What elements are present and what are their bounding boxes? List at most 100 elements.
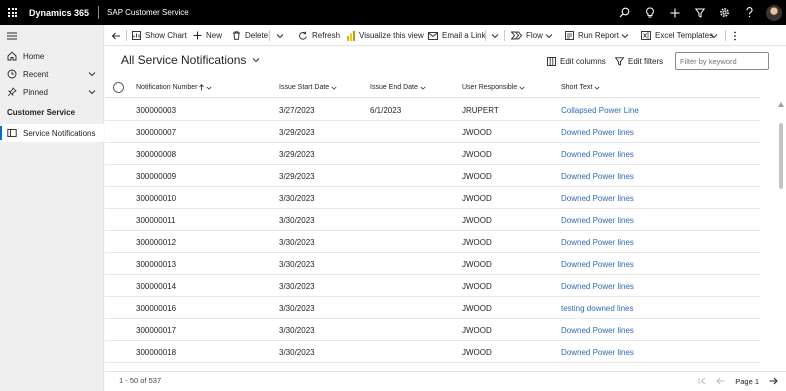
search-button[interactable] <box>612 0 637 25</box>
edit-columns-button[interactable]: Edit columns <box>547 57 606 66</box>
cell-short-text[interactable]: Collapsed Power Line <box>561 106 639 115</box>
cell-short-text[interactable]: Downed Power lines <box>561 194 634 203</box>
cell-short-text[interactable]: Downed Power lines <box>561 326 634 335</box>
previous-page-button[interactable] <box>713 374 727 388</box>
column-header-issue-start-date[interactable]: Issue Start Date <box>279 84 337 91</box>
chevron-down-icon[interactable] <box>88 88 96 96</box>
delete-more-button[interactable] <box>276 25 288 46</box>
column-header-short-text[interactable]: Short Text <box>561 84 600 91</box>
table-row[interactable]: 300000011 3/30/2023 JWOOD Downed Power line… <box>105 209 760 231</box>
app-name[interactable]: SAP Customer Service <box>107 8 189 17</box>
chevron-down-icon[interactable] <box>88 70 96 78</box>
flow-more-button[interactable] <box>545 25 557 46</box>
new-button[interactable]: New <box>193 25 222 46</box>
cell-short-text[interactable]: Downed Power lines <box>561 348 634 357</box>
cell-notification-number[interactable]: 300000013 <box>136 260 176 269</box>
visualize-view-button[interactable]: Visualize this view <box>347 25 424 46</box>
command-bar: Show Chart New Delete Refresh Visualize … <box>105 25 786 46</box>
cell-short-text[interactable]: Downed Power lines <box>561 260 634 269</box>
sidebar-collapse-button[interactable] <box>0 27 104 45</box>
column-label: User Responsible <box>462 84 518 91</box>
cell-short-text[interactable]: Downed Power lines <box>561 238 634 247</box>
column-header-user-responsible[interactable]: User Responsible <box>462 84 525 91</box>
delete-button[interactable]: Delete <box>232 25 268 46</box>
table-row[interactable]: 300000018 3/30/2023 JWOOD Downed Power line… <box>105 341 760 363</box>
show-chart-button[interactable]: Show Chart <box>132 25 187 46</box>
table-row[interactable]: 300000014 3/30/2023 JWOOD Downed Power line… <box>105 275 760 297</box>
cell-notification-number[interactable]: 300000018 <box>136 348 176 357</box>
cell-notification-number[interactable]: 300000012 <box>136 238 176 247</box>
cell-notification-number[interactable]: 300000011 <box>136 216 175 225</box>
cell-issue-start-date: 3/30/2023 <box>279 216 315 225</box>
select-all-toggle[interactable] <box>113 82 124 93</box>
delete-label: Delete <box>245 31 269 40</box>
email-link-button[interactable]: Email a Link <box>428 25 486 46</box>
column-header-notification-number[interactable]: Notification Number <box>136 84 212 91</box>
table-row[interactable]: 300000008 3/29/2023 JWOOD Downed Power line… <box>105 143 760 165</box>
table-row[interactable]: 300000016 3/30/2023 JWOOD testing downed li… <box>105 297 760 319</box>
help-button[interactable] <box>737 0 762 25</box>
sidebar-item-service-notifications[interactable]: Service Notifications <box>0 124 104 142</box>
cell-issue-start-date: 3/30/2023 <box>279 194 315 203</box>
cell-user-responsible: JWOOD <box>462 282 492 291</box>
view-selector[interactable]: All Service Notifications <box>121 53 260 67</box>
table-row[interactable]: 300000017 3/30/2023 JWOOD Downed Power line… <box>105 319 760 341</box>
brand-name[interactable]: Dynamics 365 <box>29 8 89 18</box>
tips-button[interactable] <box>637 0 662 25</box>
first-page-button[interactable] <box>695 374 709 388</box>
cell-notification-number[interactable]: 300000007 <box>136 128 176 137</box>
chevron-down-icon <box>621 33 629 38</box>
column-header-issue-end-date[interactable]: Issue End Date <box>370 84 426 91</box>
toolbar-divider <box>504 30 505 41</box>
run-report-button[interactable]: Run Report <box>565 25 619 46</box>
scroll-up-arrow-icon[interactable] <box>778 102 784 107</box>
cell-notification-number[interactable]: 300000014 <box>136 282 176 291</box>
excel-templates-more-button[interactable] <box>710 25 722 46</box>
cell-short-text[interactable]: Downed Power lines <box>561 216 634 225</box>
excel-templates-button[interactable]: Excel Templates <box>641 25 713 46</box>
table-row[interactable]: 300000012 3/30/2023 JWOOD Downed Power line… <box>105 231 760 253</box>
chevron-down-icon <box>253 58 260 63</box>
refresh-button[interactable]: Refresh <box>298 25 340 46</box>
next-page-button[interactable] <box>766 374 780 388</box>
cell-notification-number[interactable]: 300000017 <box>136 326 176 335</box>
cell-short-text[interactable]: Downed Power lines <box>561 282 634 291</box>
cell-notification-number[interactable]: 300000003 <box>136 106 176 115</box>
flow-button[interactable]: Flow <box>511 25 543 46</box>
email-more-button[interactable] <box>491 25 503 46</box>
cell-short-text[interactable]: Downed Power lines <box>561 128 634 137</box>
cell-short-text[interactable]: Downed Power lines <box>561 172 634 181</box>
cell-short-text[interactable]: testing downed lines <box>561 304 634 313</box>
mail-icon <box>428 31 438 40</box>
table-row[interactable]: 300000003 3/27/2023 6/1/2023 JRUPERT Collaps… <box>105 99 760 121</box>
cell-notification-number[interactable]: 300000010 <box>136 194 176 203</box>
new-item-button[interactable] <box>662 0 687 25</box>
advanced-find-button[interactable] <box>687 0 712 25</box>
table-row[interactable]: 300000009 3/29/2023 JWOOD Downed Power line… <box>105 165 760 187</box>
edit-filters-button[interactable]: Edit filters <box>615 57 663 66</box>
cell-short-text[interactable]: Downed Power lines <box>561 150 634 159</box>
more-commands-button[interactable] <box>733 25 741 46</box>
cell-notification-number[interactable]: 300000008 <box>136 150 176 159</box>
run-report-more-button[interactable] <box>621 25 633 46</box>
table-row[interactable]: 300000013 3/30/2023 JWOOD Downed Power line… <box>105 253 760 275</box>
toolbar-divider <box>725 30 726 41</box>
view-title: All Service Notifications <box>121 53 247 67</box>
keyword-filter-input[interactable] <box>675 52 769 70</box>
cell-user-responsible: JWOOD <box>462 194 492 203</box>
email-link-label: Email a Link <box>442 31 486 40</box>
cell-notification-number[interactable]: 300000009 <box>136 172 176 181</box>
user-avatar[interactable] <box>766 4 782 21</box>
app-launcher-button[interactable] <box>0 0 25 25</box>
sidebar-item-pinned[interactable]: Pinned <box>0 83 104 101</box>
sidebar-item-home[interactable]: Home <box>0 47 104 65</box>
grid-header: Notification Number Issue Start Date Iss… <box>105 78 760 98</box>
cell-notification-number[interactable]: 300000016 <box>136 304 176 313</box>
table-row[interactable]: 300000010 3/30/2023 JWOOD Downed Power line… <box>105 187 760 209</box>
settings-button[interactable] <box>712 0 737 25</box>
table-row[interactable]: 300000007 3/29/2023 JWOOD Downed Power line… <box>105 121 760 143</box>
back-button[interactable] <box>111 25 125 46</box>
cell-user-responsible: JWOOD <box>462 150 492 159</box>
vertical-scrollbar-thumb[interactable] <box>779 123 783 189</box>
sidebar-item-recent[interactable]: Recent <box>0 65 104 83</box>
